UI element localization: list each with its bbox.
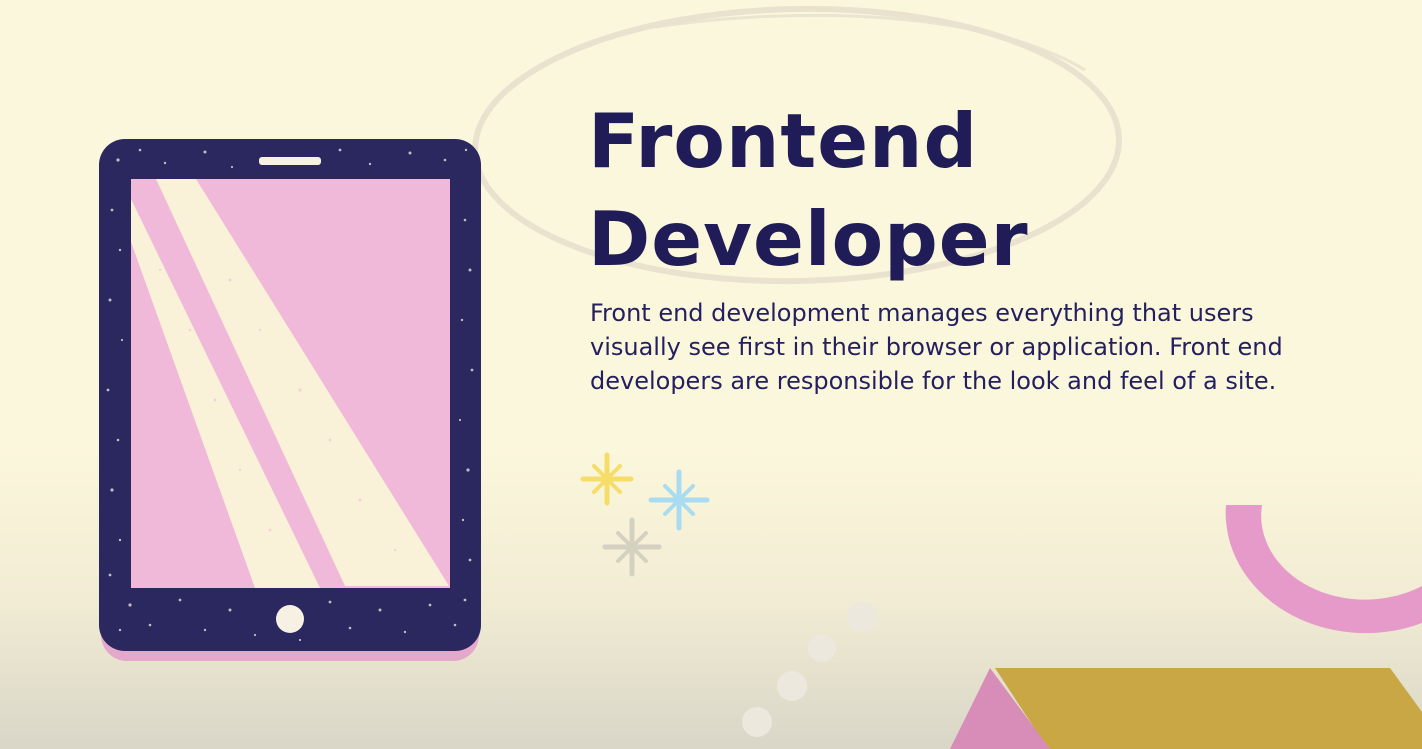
description-line-1: Front end development manages everything… bbox=[590, 299, 1254, 327]
sparkle-icon bbox=[602, 517, 662, 577]
dot-trail-decoration bbox=[742, 602, 877, 737]
title-line-1: Frontend bbox=[588, 97, 979, 185]
slide-scene: Frontend Developer Front end development… bbox=[0, 0, 1422, 749]
page-title: Frontend Developer bbox=[588, 92, 1108, 288]
tablet-shadow bbox=[101, 150, 479, 661]
sparkle-icon bbox=[580, 452, 634, 506]
triangle-decoration bbox=[950, 668, 1422, 749]
description-text: Front end development manages everything… bbox=[590, 296, 1390, 398]
tablet-illustration bbox=[99, 139, 481, 651]
description-line-3: developers are responsible for the look … bbox=[590, 367, 1277, 395]
tablet-home-button bbox=[276, 605, 304, 633]
half-ring-decoration bbox=[1225, 505, 1422, 634]
tablet-screen bbox=[131, 179, 450, 588]
description-line-2: visually see first in their browser or a… bbox=[590, 333, 1283, 361]
tablet-speaker bbox=[259, 157, 321, 165]
screen-light-beams bbox=[131, 179, 449, 588]
sparkle-icon bbox=[648, 469, 710, 531]
title-line-2: Developer bbox=[588, 195, 1029, 283]
